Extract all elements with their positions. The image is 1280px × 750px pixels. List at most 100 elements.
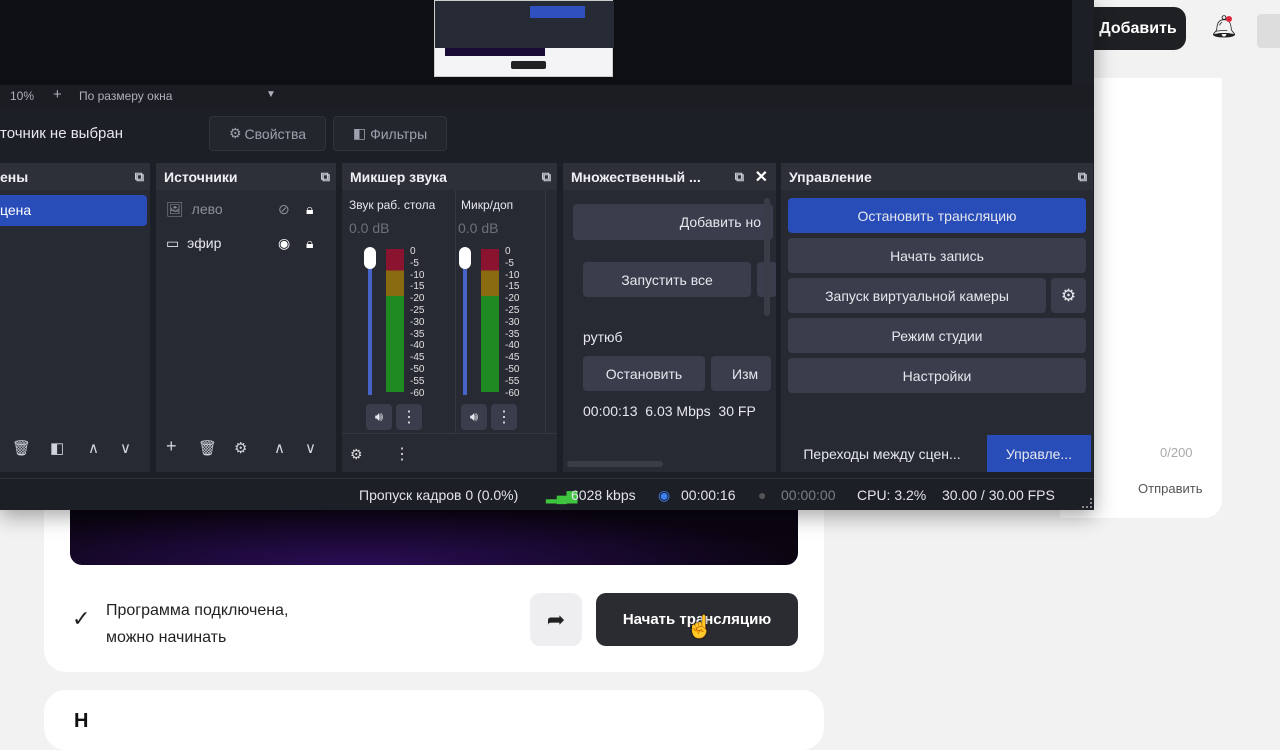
scrollbar[interactable] [764, 198, 770, 316]
status-line: Программа подключена, [106, 602, 289, 619]
undock-icon[interactable]: ⧉ [735, 169, 744, 185]
chevron-down-icon[interactable]: ∨ [120, 439, 131, 457]
stream-time: 00:00:16 [681, 487, 736, 503]
no-source-label: точник не выбран [0, 125, 124, 142]
check-icon: ✓ [72, 606, 91, 631]
source-name: лево [191, 201, 223, 217]
start-all-button[interactable]: Запустить все [583, 262, 751, 297]
tab-transitions[interactable]: Переходы между сцен... [781, 435, 983, 472]
filter-icon[interactable]: ◧ [50, 439, 64, 457]
hidden-eye-icon[interactable]: ⊘ [278, 201, 290, 218]
channel-menu-button[interactable]: ⋮ [396, 404, 422, 430]
lock-icon[interactable]: 🔒︎ [306, 235, 313, 252]
start-record-button[interactable]: Начать запись [788, 238, 1086, 273]
chevron-up-icon[interactable]: ∧ [88, 439, 99, 457]
avatar[interactable] [1257, 14, 1280, 48]
fps: 30.00 / 30.00 FPS [942, 487, 1055, 503]
trash-icon[interactable]: 🗑︎ [198, 439, 217, 457]
eye-icon[interactable]: ◉ [278, 235, 290, 252]
image-icon: 🖼︎ [166, 201, 184, 217]
meter-tick-label: -35 [505, 328, 520, 340]
undock-icon[interactable]: ⧉ [135, 169, 144, 185]
meter-tick-label: -10 [410, 269, 425, 281]
meter-tick-label: -40 [505, 340, 520, 352]
add-icon[interactable]: + [166, 436, 177, 457]
resize-grip[interactable] [1082, 498, 1092, 508]
stop-target-button[interactable]: Остановить [583, 356, 705, 391]
broadcast-icon: ◉ [658, 487, 671, 503]
status-text: Программа подключена, можно начинать [106, 597, 288, 651]
stop-stream-button[interactable]: Остановить трансляцию [788, 198, 1086, 233]
meter-tick-label: -55 [505, 375, 520, 387]
meter-tick-label: -30 [410, 316, 425, 328]
meter-tick-label: -20 [410, 293, 425, 305]
scene-item[interactable]: цена [0, 195, 147, 226]
meter-tick-label: -15 [505, 281, 520, 293]
volume-slider[interactable] [463, 250, 467, 395]
tab-controls[interactable]: Управле... [987, 435, 1091, 472]
zoom-fit-select[interactable]: По размеру окна [79, 89, 172, 103]
meter-tick-label: -45 [410, 352, 425, 364]
undock-icon[interactable]: ⧉ [1078, 169, 1087, 185]
mixer-channel: Звук раб. стола 0.0 dB 0 -5 -10 -15 -20 -25 -3… [342, 190, 456, 433]
add-button[interactable]: Добавить [1090, 7, 1186, 50]
next-card-title: Н [74, 710, 89, 732]
speaker-icon: 🔊︎ [374, 409, 384, 424]
filters-label: Фильтры [370, 125, 428, 142]
zoom-percent: 10% [10, 89, 35, 103]
undock-icon[interactable]: ⧉ [542, 169, 551, 185]
studio-mode-button[interactable]: Режим студии [788, 318, 1086, 353]
trash-icon[interactable]: 🗑︎ [12, 439, 31, 457]
source-item[interactable]: 🖼︎ лево ⊘ 🔒︎ [166, 201, 331, 218]
channel-volume: 0.0 dB [458, 220, 499, 236]
filter-icon: ◧ [352, 125, 367, 141]
settings-button[interactable]: Настройки [788, 358, 1086, 393]
meter-tick-label: -45 [505, 352, 520, 364]
dropped-frames: Пропуск кадров 0 (0.0%) [359, 487, 519, 503]
bell-icon[interactable]: 🔔︎ [1210, 14, 1238, 40]
meter-tick-label: -20 [505, 293, 520, 305]
cpu-usage: CPU: 3.2% [857, 487, 927, 503]
stream-preview [70, 505, 798, 565]
undock-icon[interactable]: ⧉ [321, 169, 330, 185]
scrollbar[interactable] [567, 461, 663, 467]
virtual-camera-settings-button[interactable]: ⚙ [1051, 278, 1086, 313]
source-name: эфир [187, 235, 222, 251]
chevron-down-icon[interactable]: ▼ [266, 89, 276, 100]
meter-tick-label: 0 [410, 246, 416, 257]
edit-target-button[interactable]: Изм [711, 356, 771, 391]
zoom-bar: 10% + По размеру окна ▼ [0, 85, 1094, 108]
level-meter [386, 249, 404, 392]
meter-tick-label: 0 [505, 246, 511, 257]
slider-handle[interactable] [459, 247, 471, 269]
mute-button[interactable]: 🔊︎ [366, 404, 392, 430]
share-button[interactable]: ➦ [530, 593, 582, 646]
source-item[interactable]: ▭ эфир ◉ 🔒︎ [166, 235, 331, 252]
mute-button[interactable]: 🔊︎ [461, 404, 487, 430]
menu-icon: ⋮ [401, 409, 417, 426]
chevron-up-icon[interactable]: ∧ [274, 439, 285, 457]
meter-tick-label: -60 [410, 387, 425, 399]
volume-slider[interactable] [368, 250, 372, 395]
preview-thumbnail [434, 0, 614, 77]
slider-handle[interactable] [364, 247, 376, 269]
filters-button[interactable]: ◧ Фильтры [333, 116, 447, 151]
mouse-cursor: ☝ [686, 614, 714, 639]
menu-icon[interactable]: ⋮ [394, 444, 410, 464]
speaker-icon: 🔊︎ [469, 409, 479, 424]
add-target-button[interactable]: Добавить но [573, 204, 773, 240]
level-meter [481, 249, 499, 392]
properties-button[interactable]: ⚙ Свойства [209, 116, 326, 151]
advanced-audio-icon[interactable]: ⚙ [350, 446, 363, 463]
channel-name: Звук раб. стола [349, 198, 436, 212]
virtual-camera-button[interactable]: Запуск виртуальной камеры [788, 278, 1046, 313]
chevron-down-icon[interactable]: ∨ [305, 439, 316, 457]
target-stats: 00:00:13 6.03 Mbps 30 FP [583, 403, 756, 419]
gear-icon[interactable]: ⚙ [234, 439, 247, 457]
target-name: рутюб [583, 329, 623, 345]
lock-icon[interactable]: 🔒︎ [306, 201, 313, 218]
close-icon[interactable]: ✕ [755, 167, 768, 187]
send-link[interactable]: Отправить [1138, 481, 1202, 496]
zoom-in-button[interactable]: + [53, 86, 62, 103]
channel-menu-button[interactable]: ⋮ [491, 404, 517, 430]
